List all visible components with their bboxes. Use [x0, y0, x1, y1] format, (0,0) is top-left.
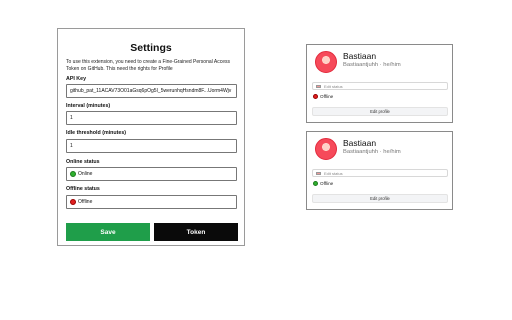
offline-dot-icon — [313, 94, 318, 99]
avatar — [315, 138, 337, 160]
avatar — [315, 51, 337, 73]
profile-card-2: Bastiaan Bastiaantjuhh · he/him Edit sta… — [306, 131, 453, 210]
edit-status-placeholder: Edit status — [324, 83, 343, 89]
idle-threshold-field[interactable]: 1 — [66, 139, 237, 153]
online-dot-icon — [313, 181, 318, 186]
edit-status-input[interactable]: Edit status — [312, 82, 448, 90]
settings-title: Settings — [130, 42, 172, 54]
online-dot-icon — [70, 171, 76, 177]
profile-name: Bastiaan — [343, 51, 377, 61]
api-key-field[interactable]: github_pat_11ACAV73O01aGsq6pOg5I_5werunh… — [66, 84, 237, 98]
settings-description: To use this extension, you need to creat… — [66, 59, 230, 72]
online-status-value: Online — [78, 171, 93, 177]
profile-card-1: Bastiaan Bastiaantjuhh · he/him Edit sta… — [306, 44, 453, 123]
profile-username: Bastiaantjuhh · he/him — [343, 62, 401, 68]
edit-status-placeholder: Edit status — [324, 170, 343, 176]
profile-username: Bastiaantjuhh · he/him — [343, 149, 401, 155]
offline-status-value: Offline — [78, 199, 93, 205]
presence-indicator: Offline — [313, 94, 333, 99]
settings-panel: Settings To use this extension, you need… — [57, 28, 245, 246]
online-status-label: Online status — [66, 159, 100, 165]
flag-icon — [316, 84, 321, 88]
token-button[interactable]: Token — [154, 223, 238, 241]
flag-icon — [316, 171, 321, 175]
interval-label: Interval (minutes) — [66, 103, 111, 109]
api-key-label: API Key — [66, 76, 87, 82]
save-button[interactable]: Save — [66, 223, 150, 241]
presence-indicator: Offline — [313, 181, 333, 186]
idle-threshold-label: Idle threshold (minutes) — [66, 130, 127, 136]
online-status-select[interactable]: Online — [66, 167, 237, 181]
offline-dot-icon — [70, 199, 76, 205]
edit-profile-button[interactable]: Edit profile — [312, 107, 448, 116]
presence-label: Offline — [320, 181, 334, 186]
profile-name: Bastiaan — [343, 138, 377, 148]
edit-status-input[interactable]: Edit status — [312, 169, 448, 177]
offline-status-select[interactable]: Offline — [66, 195, 237, 209]
edit-profile-button[interactable]: Edit profile — [312, 194, 448, 203]
interval-field[interactable]: 1 — [66, 111, 237, 125]
presence-label: Offline — [320, 94, 334, 99]
offline-status-label: Offline status — [66, 186, 100, 192]
